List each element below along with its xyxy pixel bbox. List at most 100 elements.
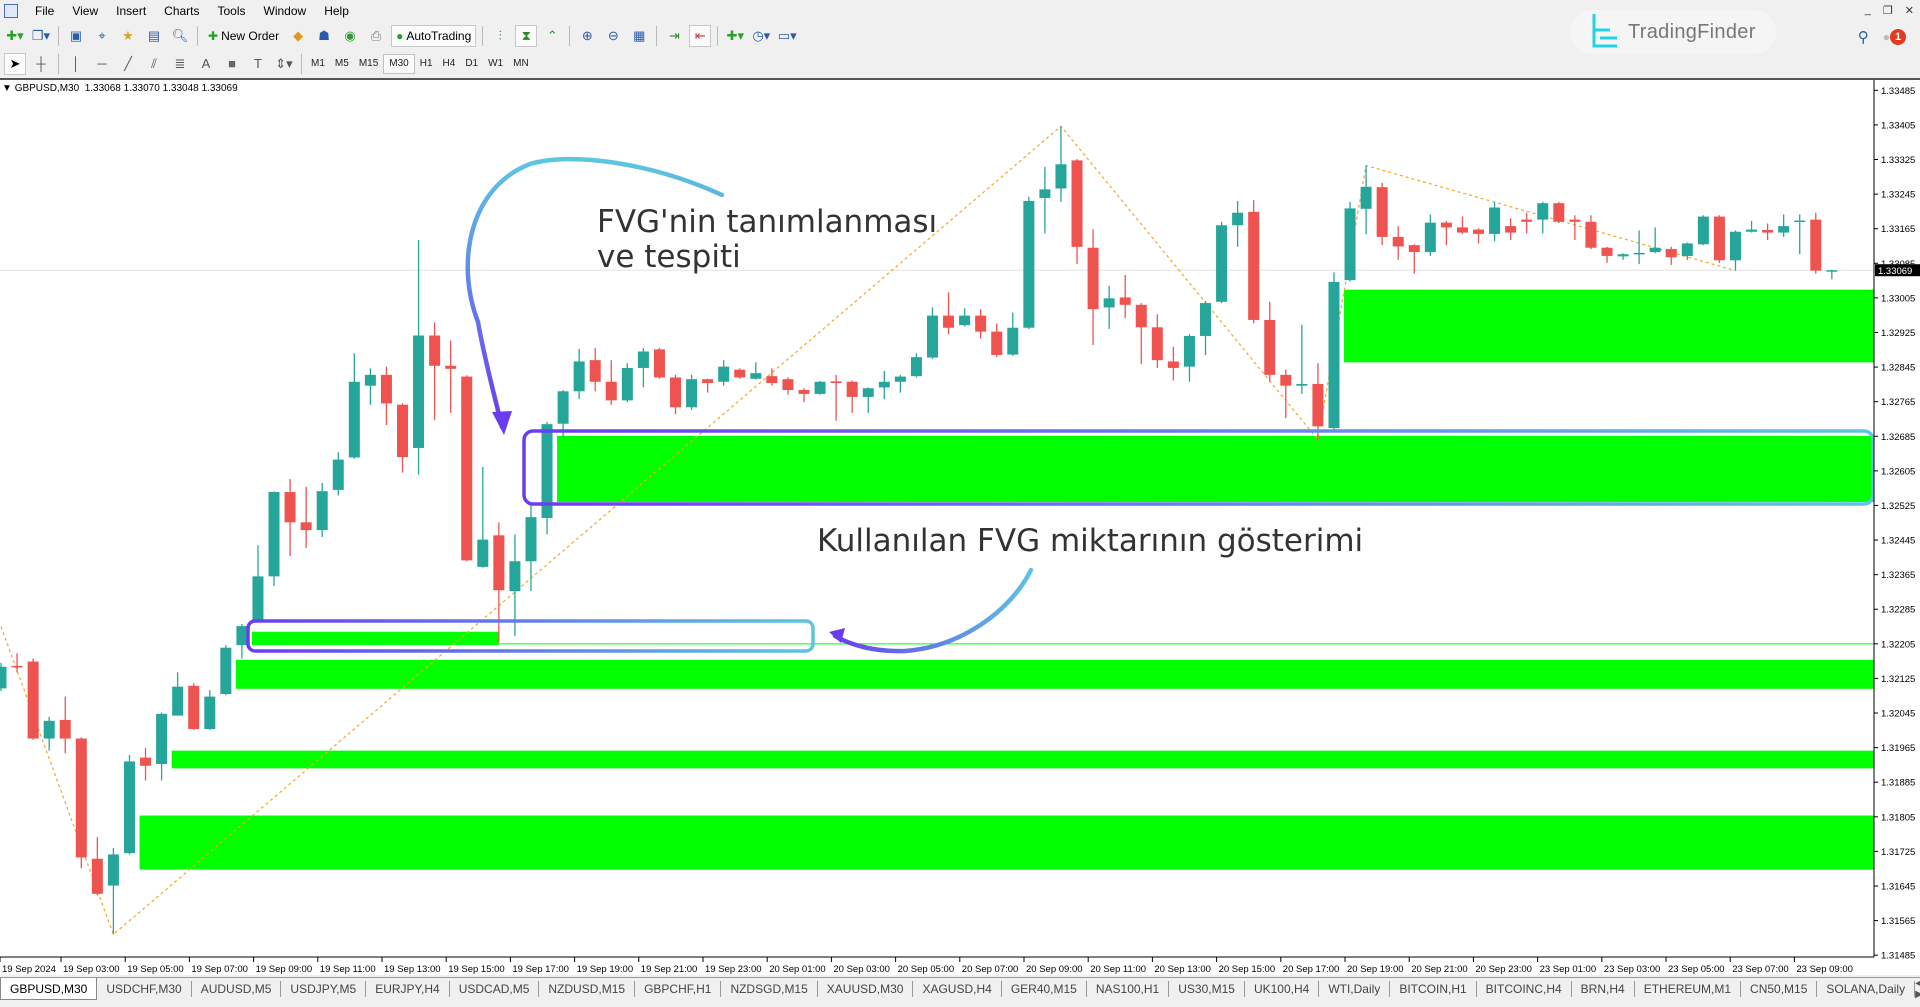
search-icon[interactable]: ⚲ (1858, 28, 1869, 46)
tab-eurjpy-h4[interactable]: EURJPY,H4 (366, 980, 450, 997)
tab-bitcoinc-h4[interactable]: BITCOINC,H4 (1477, 980, 1572, 997)
community-icon[interactable]: ☗ (313, 25, 335, 47)
timeframe-h4[interactable]: H4 (438, 54, 461, 74)
text-label-icon[interactable]: T (247, 53, 269, 75)
candle-body (1489, 207, 1501, 234)
tab-cn50-m15[interactable]: CN50,M15 (1741, 980, 1818, 997)
print-icon[interactable]: ⎙ (365, 25, 387, 47)
line-chart-icon[interactable]: ⌃ (541, 25, 563, 47)
tab-ethereum-m1[interactable]: ETHEREUM,M1 (1635, 980, 1742, 997)
horizontal-line-icon[interactable]: ─ (91, 53, 113, 75)
timeframe-m15[interactable]: M15 (354, 54, 383, 74)
tab-bitcoin-h1[interactable]: BITCOIN,H1 (1390, 980, 1477, 997)
terminal-icon[interactable]: ▤ (143, 25, 165, 47)
tab-nas100-h1[interactable]: NAS100,H1 (1087, 980, 1170, 997)
new-chart-icon[interactable]: ✚▾ (4, 25, 26, 47)
tab-xagusd-h4[interactable]: XAGUSD,H4 (913, 980, 1002, 997)
trendline-icon[interactable]: ╱ (117, 53, 139, 75)
strategy-tester-icon[interactable]: 🔍︎ (169, 25, 191, 47)
crosshair-icon[interactable]: ┼ (30, 53, 52, 75)
tile-windows-icon[interactable]: ▦ (628, 25, 650, 47)
auto-trading-button[interactable]: ● AutoTrading (391, 24, 477, 47)
tab-scroll-arrows[interactable]: ◀ ▶ (1915, 978, 1920, 1000)
tab-usdchf-m30[interactable]: USDCHF,M30 (97, 980, 192, 997)
arrows-icon[interactable]: ⇕▾ (273, 53, 295, 75)
tab-audusd-m5[interactable]: AUDUSD,M5 (192, 980, 282, 997)
timeframe-m30[interactable]: M30 (383, 53, 415, 74)
close-icon[interactable]: ✕ (1905, 4, 1914, 17)
tab-solana-daily[interactable]: SOLANA,Daily (1817, 980, 1916, 997)
candle (830, 374, 842, 421)
timeframe-mn[interactable]: MN (508, 54, 534, 74)
tab-brn-h4[interactable]: BRN,H4 (1572, 980, 1635, 997)
restore-icon[interactable]: ❐ (1883, 4, 1893, 17)
time-tick-label: 20 Sep 21:00 (1411, 964, 1468, 975)
candle-body (413, 335, 425, 448)
timeframe-h1[interactable]: H1 (415, 54, 438, 74)
price-tick-label: 1.31725 (1881, 847, 1915, 858)
candle (1216, 221, 1228, 304)
menu-insert[interactable]: Insert (107, 4, 155, 18)
fibonacci-icon[interactable]: ≣ (169, 53, 191, 75)
timeframe-m1[interactable]: M1 (306, 54, 330, 74)
vertical-line-icon[interactable]: │ (65, 53, 87, 75)
candle-body (1408, 245, 1420, 253)
candlestick-chart-icon[interactable]: ⧗ (515, 24, 538, 47)
candle-body (1328, 281, 1340, 429)
collapse-icon[interactable]: ▼ (2, 83, 12, 94)
menu-charts[interactable]: Charts (155, 4, 208, 18)
timeframe-d1[interactable]: D1 (460, 54, 483, 74)
tab-usdcad-m5[interactable]: USDCAD,M5 (450, 980, 540, 997)
data-window-icon[interactable]: ⌖ (91, 25, 113, 47)
signals-icon[interactable]: ◉ (339, 25, 361, 47)
indicators-icon[interactable]: ✚▾ (724, 25, 746, 47)
candle-body (926, 315, 938, 358)
tab-wti-daily[interactable]: WTI,Daily (1319, 980, 1391, 997)
templates-icon[interactable]: ▭▾ (776, 25, 798, 47)
navigator-icon[interactable]: ★ (117, 25, 139, 47)
candle-body (573, 361, 585, 392)
menu-view[interactable]: View (63, 4, 107, 18)
auto-scroll-icon[interactable]: ⇤ (689, 24, 712, 47)
zoom-in-icon[interactable]: ⊕ (576, 25, 598, 47)
periods-icon[interactable]: ◷▾ (750, 25, 772, 47)
candle (878, 370, 890, 400)
tab-gbpusd-m30[interactable]: GBPUSD,M30 (0, 977, 98, 1000)
candle (589, 348, 601, 392)
text-icon[interactable]: A (195, 53, 217, 75)
timeframe-m5[interactable]: M5 (330, 54, 354, 74)
candle (268, 491, 280, 586)
bar-chart-icon[interactable]: ⫶ (489, 25, 511, 47)
zoom-out-icon[interactable]: ⊖ (602, 25, 624, 47)
menu-tools[interactable]: Tools (209, 4, 255, 18)
tab-uk100-h4[interactable]: UK100,H4 (1245, 980, 1320, 997)
profiles-icon[interactable]: ❐▾ (30, 25, 52, 47)
tab-usdjpy-m5[interactable]: USDJPY,M5 (281, 980, 367, 997)
rectangle-icon[interactable]: ■ (221, 53, 243, 75)
equidistant-channel-icon[interactable]: ⫽ (143, 53, 165, 75)
candle (236, 623, 248, 659)
candle-body (1376, 187, 1388, 237)
tab-nzdsgd-m15[interactable]: NZDSGD,M15 (721, 980, 818, 997)
minimize-icon[interactable]: _ (1865, 4, 1871, 17)
candle-body (1312, 383, 1324, 427)
menu-window[interactable]: Window (255, 4, 316, 18)
tab-nzdusd-m15[interactable]: NZDUSD,M15 (539, 980, 636, 997)
menu-file[interactable]: File (26, 4, 63, 18)
market-watch-icon[interactable]: ▣ (65, 25, 87, 47)
candle-body (1440, 222, 1452, 228)
notifications-button[interactable]: ● 1 (1883, 29, 1906, 45)
metaeditor-icon[interactable]: ◆ (287, 25, 309, 47)
timeframe-w1[interactable]: W1 (483, 54, 508, 74)
tab-gbpchf-h1[interactable]: GBPCHF,H1 (635, 980, 722, 997)
tab-xauusd-m30[interactable]: XAUUSD,M30 (818, 980, 914, 997)
new-order-button[interactable]: ✚ New Order (204, 25, 283, 47)
cursor-icon[interactable]: ➤ (4, 52, 26, 75)
menu-help[interactable]: Help (315, 4, 358, 18)
tab-ger40-m15[interactable]: GER40,M15 (1002, 980, 1087, 997)
time-tick-label: 19 Sep 07:00 (191, 964, 248, 975)
chart-shift-icon[interactable]: ⇥ (663, 25, 685, 47)
candle (123, 754, 135, 855)
candle (413, 239, 425, 475)
tab-us30-m15[interactable]: US30,M15 (1169, 980, 1245, 997)
